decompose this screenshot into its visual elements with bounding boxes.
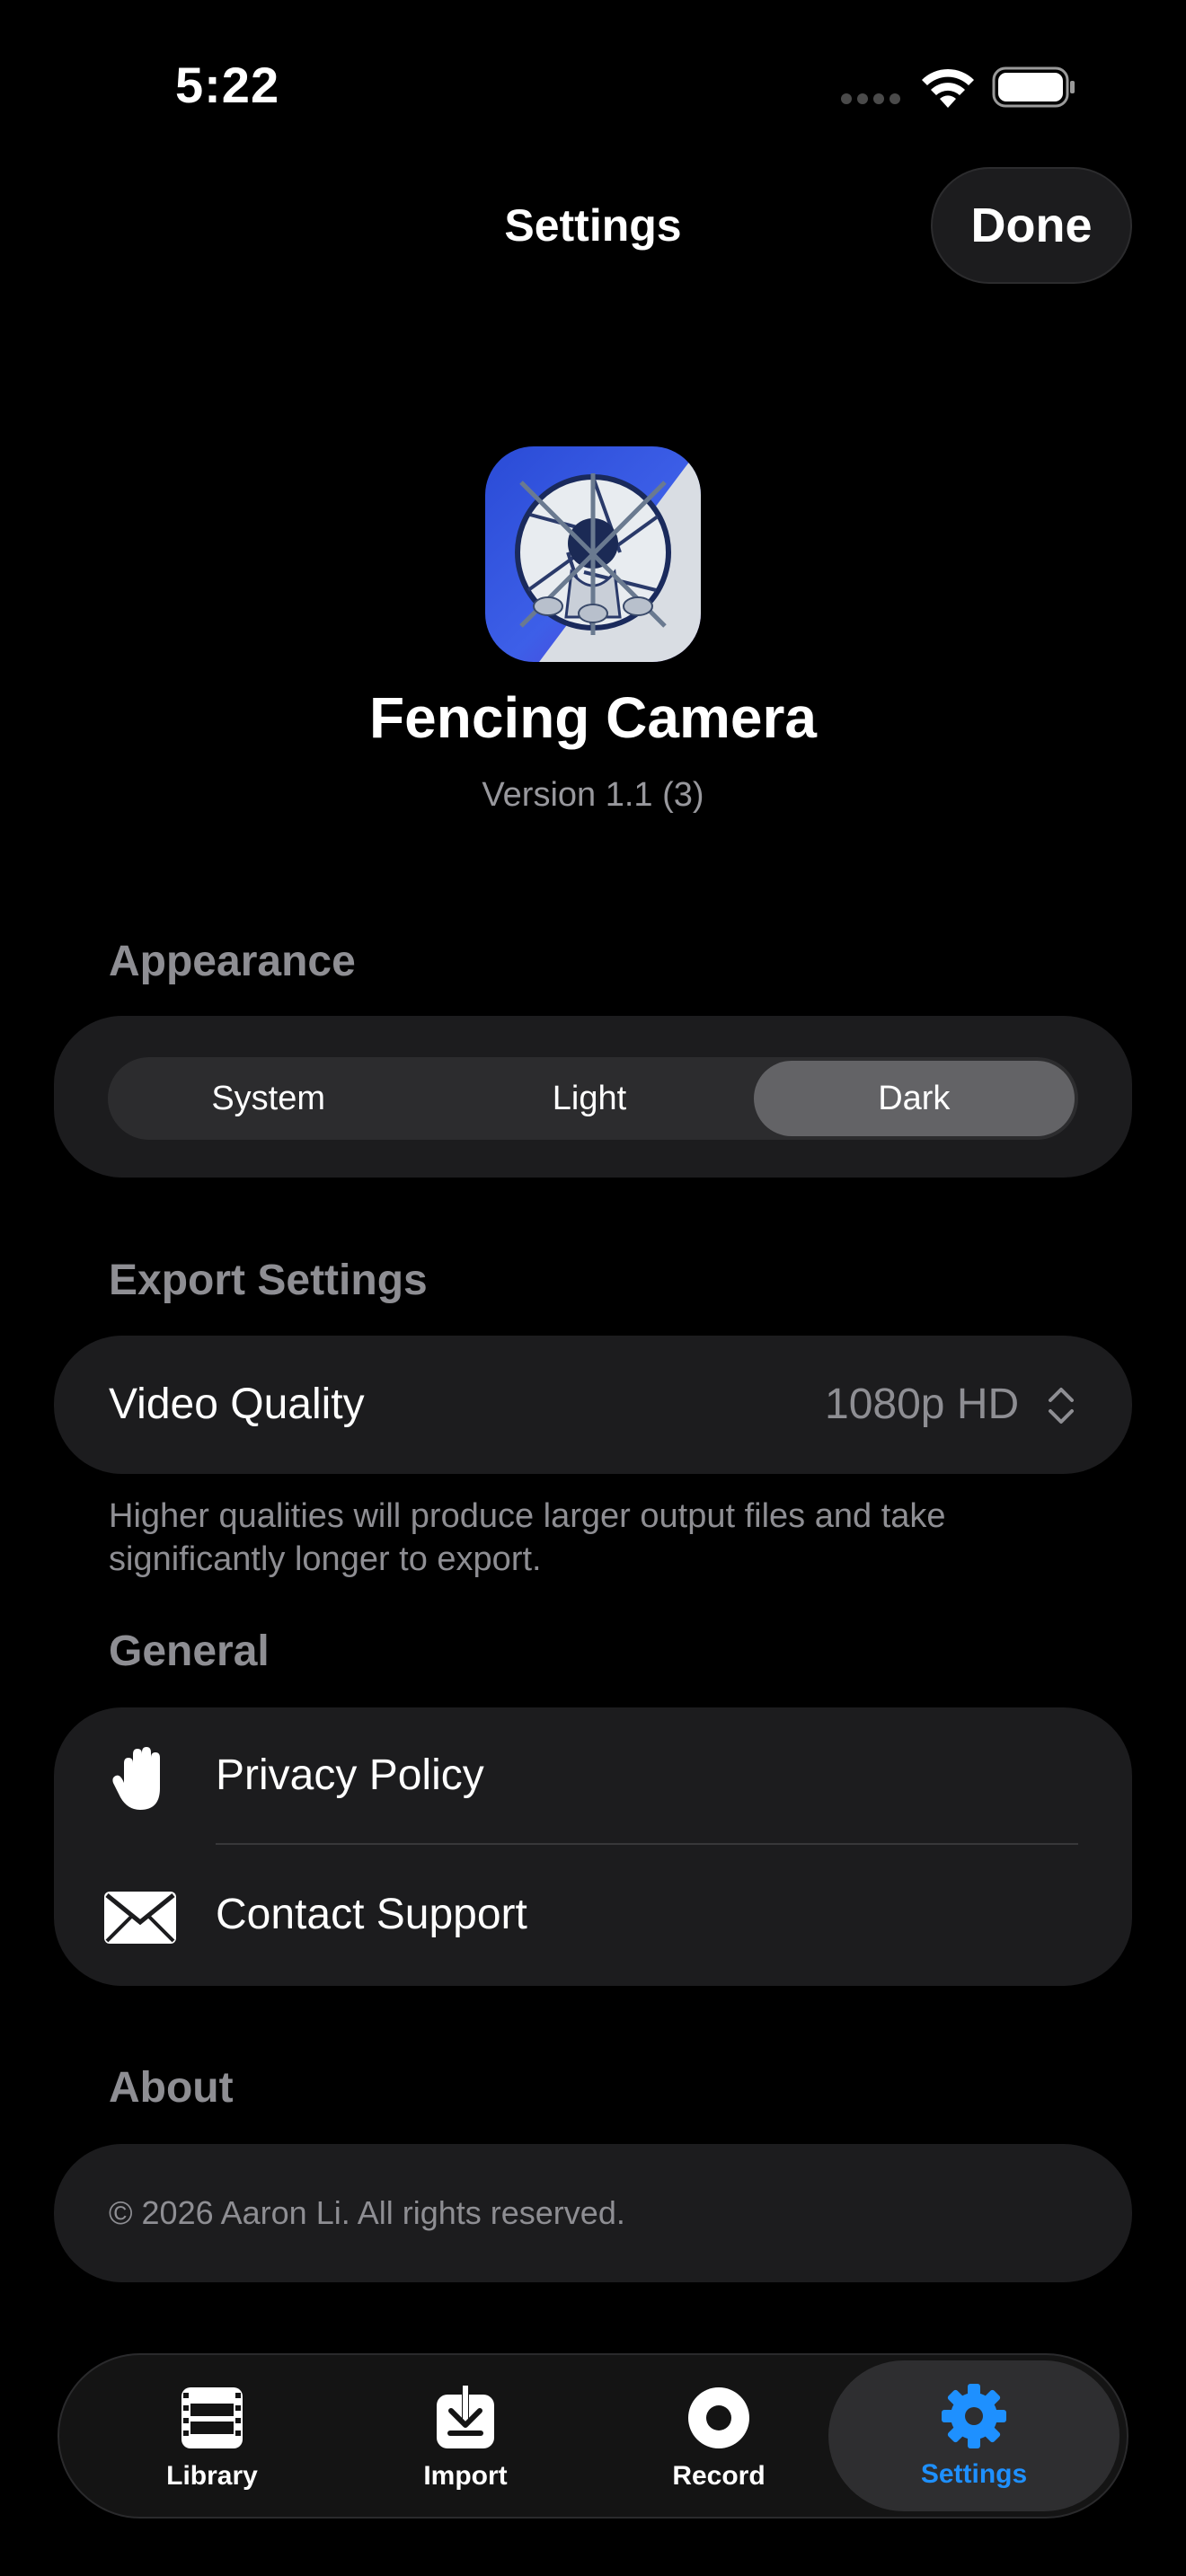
privacy-policy-label: Privacy Policy [216,1751,484,1799]
app-logo-icon [485,446,701,662]
hand-raised-icon [112,1747,160,1810]
tab-record[interactable]: Record [593,2355,845,2520]
tab-import-label: Import [423,2461,508,2491]
gear-icon [942,2384,1006,2448]
wifi-icon [922,68,974,108]
envelope-icon [104,1892,176,1944]
video-quality-label: Video Quality [109,1381,365,1428]
tab-import[interactable]: Import [340,2355,591,2520]
film-icon [181,2387,243,2448]
privacy-policy-row[interactable]: Privacy Policy [54,1707,1132,1844]
app-name: Fencing Camera [369,685,817,750]
record-icon [688,2387,749,2448]
cellular-dots-icon [841,93,900,104]
appearance-option-dark[interactable]: Dark [753,1061,1075,1136]
export-settings-header: Export Settings [109,1257,428,1304]
settings-screen: 5:22 Settings Done Fencing Camera Versio… [0,0,1186,2576]
video-quality-footnote: Higher qualities will produce larger out… [109,1497,946,1578]
general-header: General [109,1628,270,1675]
done-button[interactable]: Done [931,167,1132,284]
tray-download-icon [437,2384,494,2448]
tab-library[interactable]: Library [86,2355,338,2520]
tab-settings-label: Settings [920,2459,1028,2489]
appearance-segmented-control[interactable]: System Light Dark [108,1057,1078,1140]
battery-icon [992,66,1075,108]
app-version: Version 1.1 (3) [482,776,704,814]
tab-settings[interactable]: Settings [828,2360,1120,2511]
contact-support-row[interactable]: Contact Support [54,1845,1132,1985]
copyright-text: © 2026 Aaron Li. All rights reserved. [109,2194,625,2231]
tab-bar: Library Import Record Settings [58,2353,1128,2519]
status-time: 5:22 [175,57,280,113]
appearance-option-light[interactable]: Light [429,1057,749,1140]
contact-support-label: Contact Support [216,1891,527,1938]
video-quality-value[interactable]: 1080p HD [825,1380,1019,1429]
chevron-up-down-icon [1049,1388,1074,1424]
tab-record-label: Record [672,2461,766,2491]
appearance-header: Appearance [109,938,356,985]
appearance-option-system[interactable]: System [108,1057,429,1140]
tab-library-label: Library [166,2461,258,2491]
about-header: About [109,2064,234,2112]
